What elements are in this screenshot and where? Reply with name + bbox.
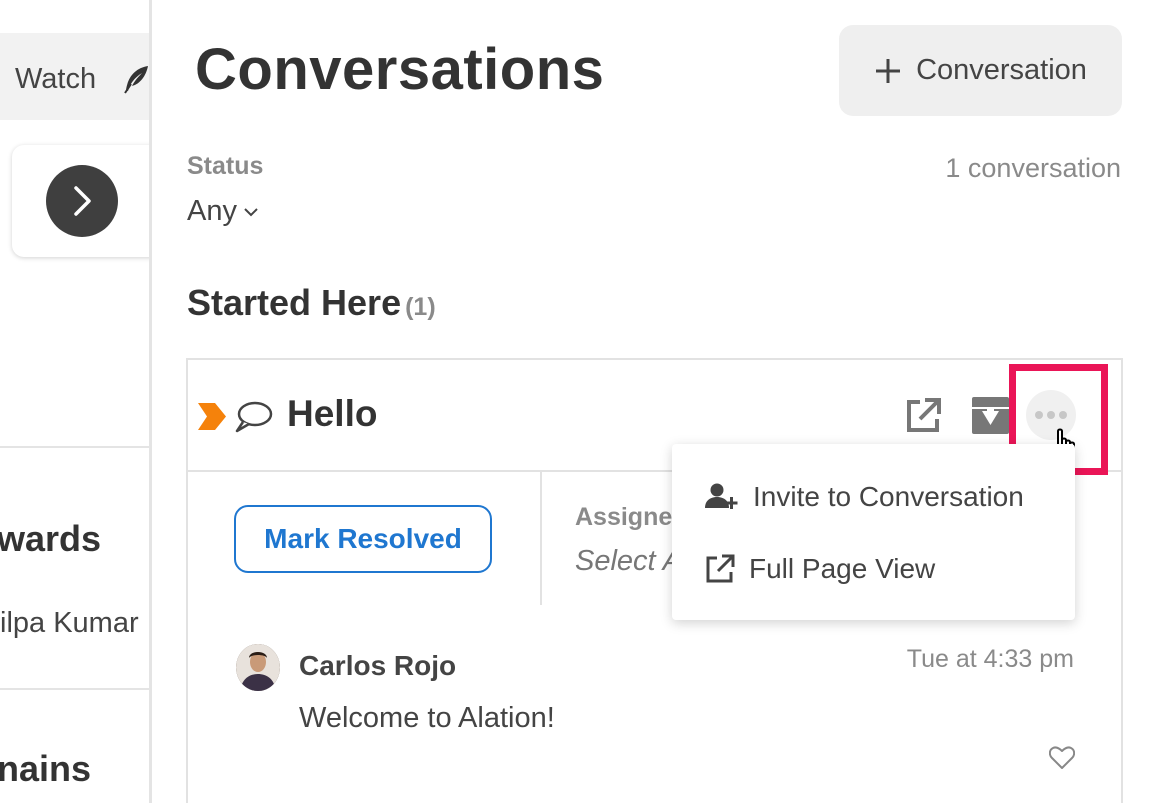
chevron-right-icon xyxy=(74,186,91,216)
feather-icon[interactable] xyxy=(122,64,150,94)
open-external-icon[interactable] xyxy=(903,396,943,436)
left-side-panel: Watch wards ilpa Kumar nains xyxy=(0,0,152,803)
left-person-name[interactable]: ilpa Kumar xyxy=(0,607,139,640)
message-timestamp: Tue at 4:33 pm xyxy=(906,645,1074,673)
archive-icon[interactable] xyxy=(972,397,1009,434)
status-filter-value: Any xyxy=(187,195,237,227)
avatar-image xyxy=(236,644,280,691)
message-text: Welcome to Alation! xyxy=(299,702,555,734)
new-conversation-label: Conversation xyxy=(916,54,1087,86)
more-options-menu: Invite to Conversation Full Page View xyxy=(672,444,1075,620)
section-title: Started Here (1) xyxy=(187,282,436,324)
conversation-count: 1 conversation xyxy=(945,153,1121,183)
open-external-icon xyxy=(706,554,735,583)
status-filter-label: Status xyxy=(187,152,264,180)
assignee-label: Assignee xyxy=(575,503,675,531)
left-divider xyxy=(0,446,149,448)
left-section-heading: wards xyxy=(0,518,102,559)
chevron-down-icon xyxy=(244,207,258,216)
page-title: Conversations xyxy=(195,37,605,102)
menu-item-invite[interactable]: Invite to Conversation xyxy=(672,467,1075,527)
watch-label[interactable]: Watch xyxy=(15,63,96,96)
menu-item-full-page-view[interactable]: Full Page View xyxy=(672,539,1075,599)
vertical-divider xyxy=(540,472,542,605)
message-author[interactable]: Carlos Rojo xyxy=(299,650,456,682)
add-user-icon xyxy=(705,483,738,509)
left-divider xyxy=(0,688,149,690)
status-filter-select[interactable]: Any xyxy=(187,195,259,228)
plus-icon xyxy=(876,58,901,83)
menu-item-label: Invite to Conversation xyxy=(753,481,1024,512)
avatar xyxy=(236,644,280,691)
expand-panel-button[interactable] xyxy=(46,165,118,237)
mark-resolved-button[interactable]: Mark Resolved xyxy=(234,505,492,573)
left-section-heading: nains xyxy=(0,748,92,789)
comment-icon xyxy=(235,401,273,433)
section-count: (1) xyxy=(405,293,436,321)
menu-item-label: Full Page View xyxy=(749,553,936,584)
conversation-title[interactable]: Hello xyxy=(287,393,377,435)
new-conversation-button[interactable]: Conversation xyxy=(839,25,1122,116)
assignee-select[interactable]: Select Assignee xyxy=(575,545,675,578)
section-title-text: Started Here xyxy=(187,282,402,323)
heart-icon[interactable] xyxy=(1049,746,1075,770)
priority-flag-icon xyxy=(198,403,226,430)
